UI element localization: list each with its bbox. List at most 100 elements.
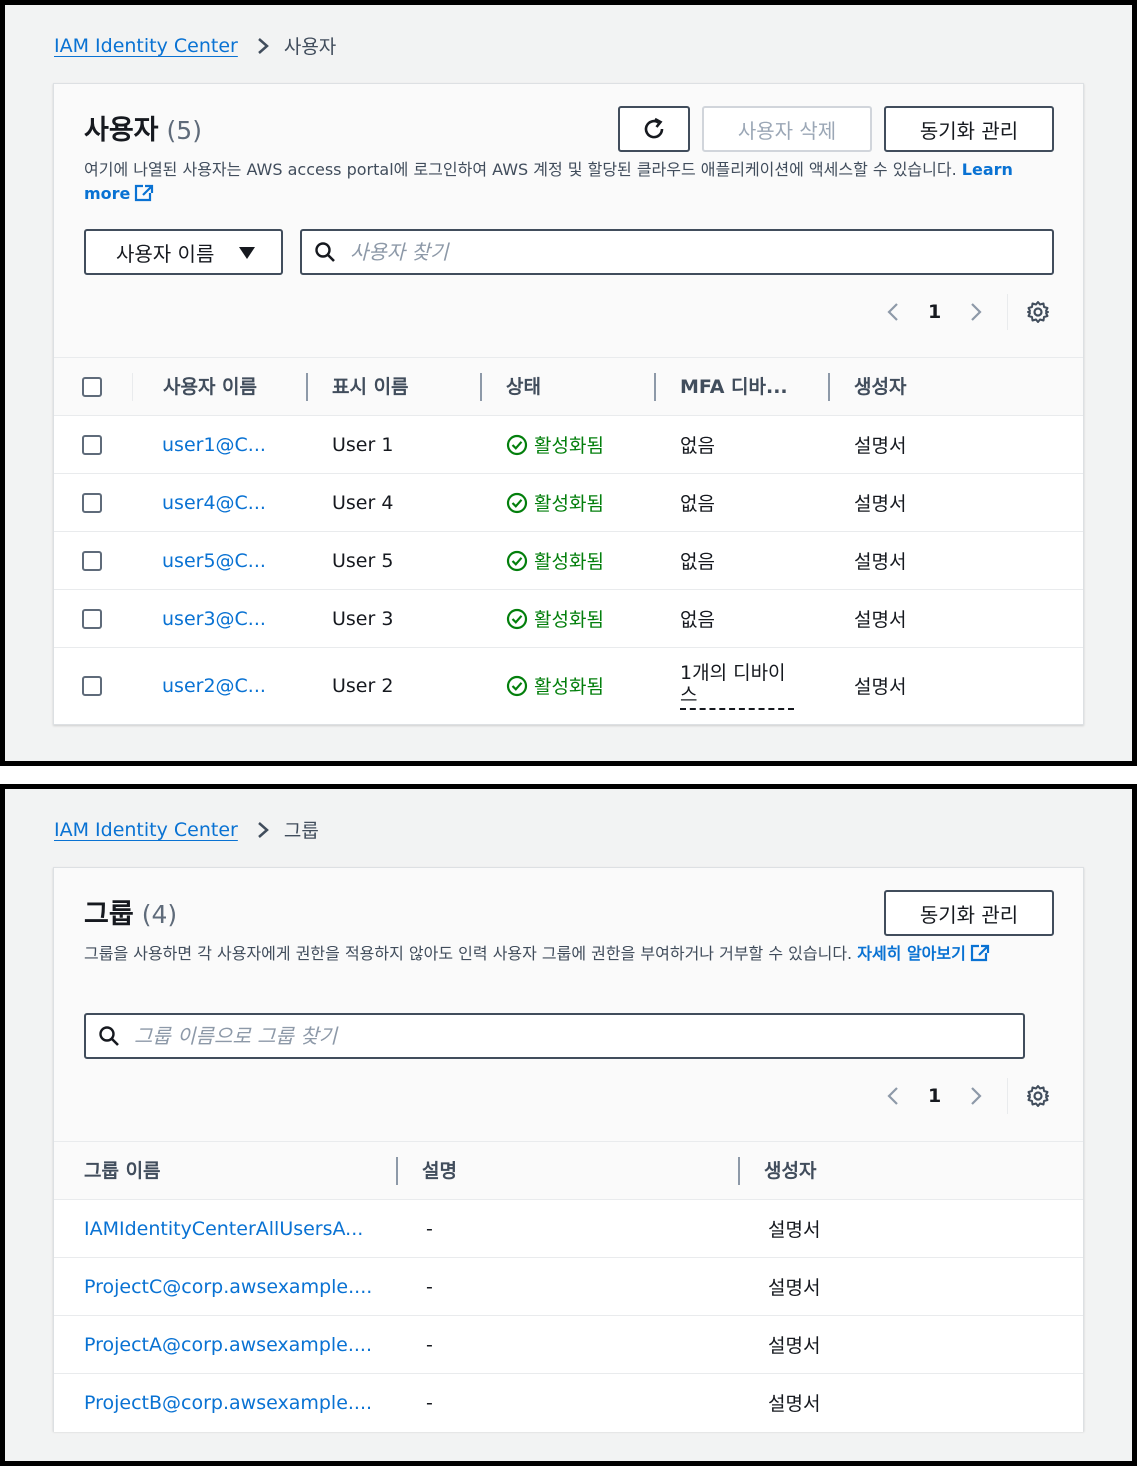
learn-more-label: 자세히 알아보기 xyxy=(857,944,966,963)
check-circle-icon xyxy=(506,608,528,629)
row-checkbox[interactable] xyxy=(82,551,102,571)
row-select-cell xyxy=(54,647,132,724)
row-checkbox[interactable] xyxy=(82,609,102,629)
check-circle-icon xyxy=(506,434,528,455)
breadcrumb-current: 그룹 xyxy=(283,820,319,842)
groups-panel: 그룹 (4) 동기화 관리 그룹을 사용하면 각 사용자에게 권한을 적용하지 … xyxy=(53,867,1084,1432)
row-checkbox[interactable] xyxy=(82,493,102,513)
table-row[interactable]: user1@C... User 1 활성화됨 없음 설명서 xyxy=(54,415,1083,474)
table-header-row: 그룹 이름 설명 생성자 xyxy=(54,1141,1083,1200)
chevron-left-icon[interactable] xyxy=(886,1086,900,1106)
row-checkbox[interactable] xyxy=(82,676,102,697)
select-all-checkbox[interactable] xyxy=(82,377,102,397)
title-count: (4) xyxy=(141,900,178,929)
table-row[interactable]: user3@C... User 3 활성화됨 없음 설명서 xyxy=(54,589,1083,648)
chevron-left-icon[interactable] xyxy=(886,302,900,322)
search-container xyxy=(84,1013,1025,1059)
mfa-value: 없음 xyxy=(654,415,828,474)
filter-selected-value: 사용자 이름 xyxy=(116,241,215,266)
breadcrumb-root-link[interactable]: IAM Identity Center xyxy=(54,819,238,841)
chevron-right-icon[interactable] xyxy=(969,302,983,322)
status-text: 활성화됨 xyxy=(534,676,604,699)
breadcrumb-root-link[interactable]: IAM Identity Center xyxy=(54,35,238,57)
users-table-body: user1@C... User 1 활성화됨 없음 설명서 user4@C...… xyxy=(54,415,1083,724)
user-search-input[interactable] xyxy=(350,240,1052,264)
mfa-devices-popover-trigger[interactable]: 1개의 디바이스 xyxy=(680,662,794,710)
groups-table: 그룹 이름 설명 생성자 IAMIdentityCenterAllUsersA.… xyxy=(54,1141,1083,1432)
manage-sync-button[interactable]: 동기화 관리 xyxy=(884,106,1054,152)
column-header-created-by[interactable]: 생성자 xyxy=(828,357,1083,416)
row-select-cell xyxy=(54,473,132,532)
created-by: 설명서 xyxy=(738,1199,1083,1258)
group-description: - xyxy=(396,1199,738,1258)
table-row[interactable]: ProjectA@corp.awsexample.... - 설명서 xyxy=(54,1315,1083,1374)
mfa-value: 없음 xyxy=(654,473,828,532)
group-name-link[interactable]: ProjectB@corp.awsexample.... xyxy=(54,1373,396,1432)
row-checkbox[interactable] xyxy=(82,435,102,455)
group-name-link[interactable]: ProjectA@corp.awsexample.... xyxy=(54,1315,396,1374)
search-icon xyxy=(99,1026,119,1046)
property-filter-select[interactable]: 사용자 이름 xyxy=(84,229,283,275)
username-link[interactable]: user1@C... xyxy=(132,415,306,474)
display-name: User 5 xyxy=(306,531,480,590)
username-link[interactable]: user2@C... xyxy=(132,647,306,724)
chevron-right-icon xyxy=(258,37,269,54)
created-by: 설명서 xyxy=(828,415,1083,474)
group-description: - xyxy=(396,1257,738,1316)
column-header-group-name[interactable]: 그룹 이름 xyxy=(54,1141,396,1200)
username-link[interactable]: user4@C... xyxy=(132,473,306,532)
chevron-right-icon xyxy=(258,821,269,838)
group-name-link[interactable]: IAMIdentityCenterAllUsersA... xyxy=(54,1199,396,1258)
delete-users-button[interactable]: 사용자 삭제 xyxy=(702,106,872,152)
display-name: User 1 xyxy=(306,415,480,474)
column-header-display-name[interactable]: 표시 이름 xyxy=(306,357,480,416)
table-row[interactable]: user2@C... User 2 활성화됨 1개의 디바이스 설명서 xyxy=(54,647,1083,724)
users-table: 사용자 이름 표시 이름 상태 MFA 디바... 생성자 user1@C...… xyxy=(54,357,1083,724)
current-page-number[interactable]: 1 xyxy=(928,1085,941,1107)
divider xyxy=(1007,1078,1009,1114)
mfa-cell: 1개의 디바이스 xyxy=(654,647,828,724)
check-circle-icon xyxy=(506,550,528,571)
table-row[interactable]: IAMIdentityCenterAllUsersA... - 설명서 xyxy=(54,1199,1083,1258)
table-row[interactable]: user5@C... User 5 활성화됨 없음 설명서 xyxy=(54,531,1083,590)
status-text: 활성화됨 xyxy=(534,435,604,457)
gear-icon[interactable] xyxy=(1026,1084,1050,1108)
table-row[interactable]: user4@C... User 4 활성화됨 없음 설명서 xyxy=(54,473,1083,532)
username-link[interactable]: user3@C... xyxy=(132,589,306,648)
table-row[interactable]: ProjectC@corp.awsexample.... - 설명서 xyxy=(54,1257,1083,1316)
divider xyxy=(1007,294,1009,330)
group-name-link[interactable]: ProjectC@corp.awsexample.... xyxy=(54,1257,396,1316)
description: 그룹을 사용하면 각 사용자에게 권한을 적용하지 않아도 인력 사용자 그룹에… xyxy=(84,942,1059,966)
mfa-value: 없음 xyxy=(654,531,828,590)
display-name: User 4 xyxy=(306,473,480,532)
column-header-mfa[interactable]: MFA 디바... xyxy=(654,357,828,416)
breadcrumb-current: 사용자 xyxy=(283,36,337,58)
description: 여기에 나열된 사용자는 AWS access portal에 로그인하여 AW… xyxy=(84,158,1059,206)
current-page-number[interactable]: 1 xyxy=(928,301,941,323)
refresh-icon xyxy=(644,117,664,139)
page-title: 그룹 (4) xyxy=(84,892,177,931)
learn-more-link[interactable]: 자세히 알아보기 xyxy=(857,944,990,963)
status-text: 활성화됨 xyxy=(534,493,604,515)
description-text: 여기에 나열된 사용자는 AWS access portal에 로그인하여 AW… xyxy=(84,160,957,179)
column-header-created-by[interactable]: 생성자 xyxy=(738,1141,1083,1200)
display-name: User 3 xyxy=(306,589,480,648)
table-row[interactable]: ProjectB@corp.awsexample.... - 설명서 xyxy=(54,1373,1083,1432)
chevron-right-icon[interactable] xyxy=(969,1086,983,1106)
group-search-input[interactable] xyxy=(134,1024,1023,1048)
manage-sync-button[interactable]: 동기화 관리 xyxy=(884,890,1054,936)
mfa-value: 없음 xyxy=(654,589,828,648)
column-header-description[interactable]: 설명 xyxy=(396,1141,738,1200)
column-header-username[interactable]: 사용자 이름 xyxy=(132,357,306,416)
row-select-cell xyxy=(54,531,132,590)
status-cell: 활성화됨 xyxy=(480,415,654,474)
column-header-status[interactable]: 상태 xyxy=(480,357,654,416)
gear-icon[interactable] xyxy=(1026,300,1050,324)
search-icon xyxy=(315,242,335,262)
status-cell: 활성화됨 xyxy=(480,589,654,648)
users-panel: 사용자 (5) 사용자 삭제 동기화 관리 여기에 나열된 사용자는 AWS a… xyxy=(53,83,1084,725)
search-container xyxy=(300,229,1054,275)
username-link[interactable]: user5@C... xyxy=(132,531,306,590)
refresh-button[interactable] xyxy=(618,106,690,152)
status-cell: 활성화됨 xyxy=(480,531,654,590)
